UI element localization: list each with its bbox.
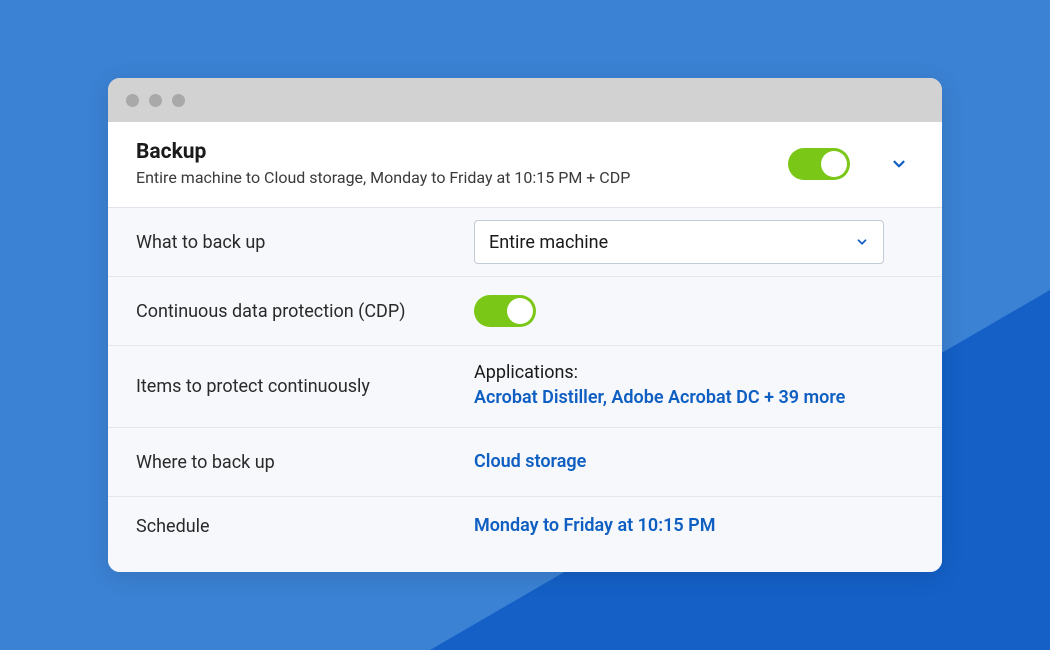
cdp-label: Continuous data protection (CDP) [136,301,454,322]
window-control-close[interactable] [126,94,139,107]
window-control-zoom[interactable] [172,94,185,107]
where-value-link[interactable]: Cloud storage [474,449,914,475]
what-to-backup-select[interactable]: Entire machine [474,220,884,264]
settings-rows: What to back up Entire machine Continuou… [108,208,942,572]
row-where-to-backup: Where to back up Cloud storage [108,428,942,497]
cdp-toggle[interactable] [474,295,536,327]
applications-link[interactable]: Acrobat Distiller, Adobe Acrobat DC + 39… [474,385,914,411]
window-control-minimize[interactable] [149,94,162,107]
backup-header: Backup Entire machine to Cloud storage, … [108,122,942,208]
row-what-to-backup: What to back up Entire machine [108,208,942,277]
window-titlebar [108,78,942,122]
app-window: Backup Entire machine to Cloud storage, … [108,78,942,572]
what-to-backup-label: What to back up [136,232,454,253]
schedule-value-link[interactable]: Monday to Friday at 10:15 PM [474,513,914,539]
schedule-label: Schedule [136,516,454,537]
where-label: Where to back up [136,452,454,473]
toggle-knob [507,298,533,324]
expand-chevron-icon[interactable] [890,155,908,173]
toggle-knob [821,151,847,177]
backup-title: Backup [136,140,770,164]
row-items-to-protect: Items to protect continuously Applicatio… [108,346,942,428]
what-to-backup-value: Entire machine [489,232,608,253]
backup-subtitle: Entire machine to Cloud storage, Monday … [136,168,770,187]
applications-heading: Applications: [474,362,914,383]
row-cdp: Continuous data protection (CDP) [108,277,942,346]
backup-enable-toggle[interactable] [788,148,850,180]
chevron-down-icon [855,235,869,249]
items-label: Items to protect continuously [136,376,454,397]
row-schedule: Schedule Monday to Friday at 10:15 PM [108,497,942,539]
